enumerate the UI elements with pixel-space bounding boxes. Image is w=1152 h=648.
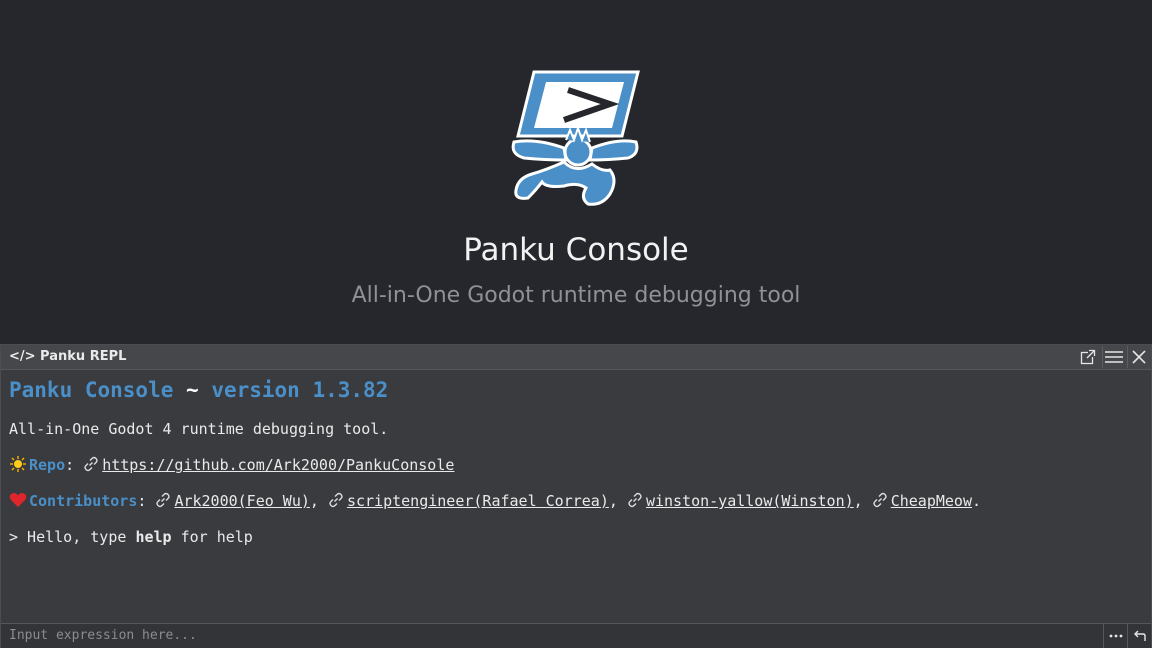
contributors-label: Contributors	[29, 492, 138, 510]
close-icon	[1132, 350, 1146, 364]
heading-name: Panku Console	[9, 378, 174, 402]
contributor-link[interactable]: CheapMeow	[891, 492, 972, 510]
splash-title: Panku Console	[463, 232, 689, 268]
repo-label: Repo	[29, 456, 66, 474]
heading-version: version 1.3.82	[211, 378, 389, 402]
output-heading: Panku Console ~ version 1.3.82	[9, 375, 1143, 405]
submit-button[interactable]	[1127, 624, 1152, 648]
repl-output: Panku Console ~ version 1.3.82 All-in-On…	[9, 375, 1143, 555]
more-options-button[interactable]	[1103, 624, 1128, 648]
menu-button[interactable]	[1102, 346, 1125, 368]
splash-subtitle: All-in-One Godot runtime debugging tool	[351, 283, 801, 308]
popout-icon	[1080, 349, 1096, 365]
help-keyword: help	[135, 528, 172, 546]
popout-button[interactable]	[1077, 346, 1099, 368]
link-icon	[156, 492, 171, 508]
contributor-link[interactable]: winston-yallow(Winston)	[646, 492, 854, 510]
heading-separator: ~	[173, 378, 212, 402]
repo-line: Repo: https://github.com/Ark2000/PankuCo…	[9, 447, 1143, 483]
window-title: </> Panku REPL	[9, 349, 127, 364]
repl-input-bar	[1, 623, 1151, 648]
menu-icon	[1105, 351, 1123, 363]
ellipsis-icon	[1109, 634, 1123, 638]
repo-link[interactable]: https://github.com/Ark2000/PankuConsole	[102, 456, 454, 474]
repl-titlebar[interactable]: </> Panku REPL	[1, 345, 1151, 370]
contributor-link[interactable]: Ark2000(Feo Wu)	[174, 492, 309, 510]
link-icon	[873, 492, 887, 508]
heart-icon	[9, 493, 27, 507]
link-icon	[329, 492, 343, 508]
hello-prefix: > Hello, type	[9, 528, 136, 546]
screen: Panku Console All-in-One Godot runtime d…	[0, 0, 1152, 648]
repl-window: </> Panku REPL Panku Console ~ version 1…	[0, 344, 1152, 648]
contributors-line: Contributors: Ark2000(Feo Wu), scripteng…	[9, 483, 1143, 519]
link-icon	[84, 456, 98, 472]
panku-logo-icon	[511, 70, 640, 206]
contributor-link[interactable]: scriptengineer(Rafael Correa)	[347, 492, 609, 510]
link-icon	[628, 492, 642, 508]
hello-suffix: for help	[171, 528, 253, 546]
hello-line: > Hello, type help for help	[9, 519, 1143, 555]
sun-icon	[10, 456, 26, 472]
enter-icon	[1134, 630, 1146, 641]
close-button[interactable]	[1127, 346, 1150, 368]
expression-input[interactable]	[1, 624, 1101, 647]
output-description: All-in-One Godot 4 runtime debugging too…	[9, 420, 389, 438]
